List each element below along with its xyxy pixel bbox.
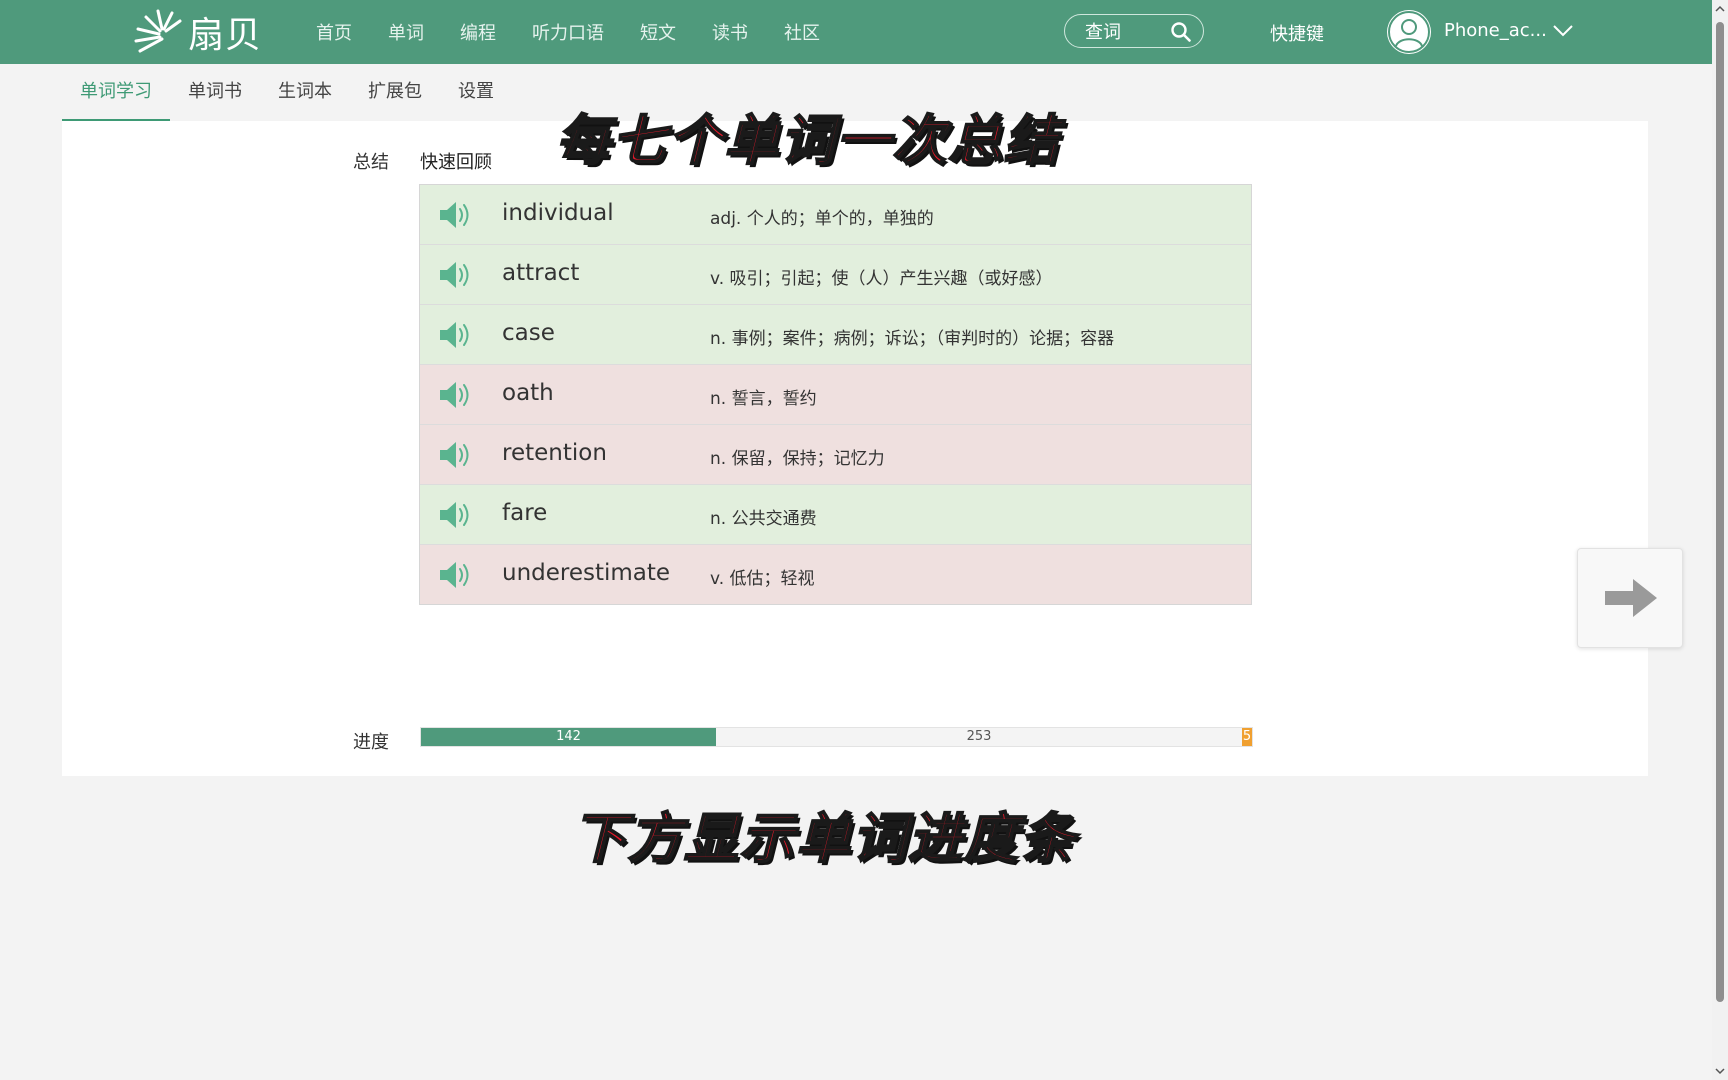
word-row: individual adj. 个人的；单个的，单独的 <box>420 185 1251 245</box>
tab-expansion-pack[interactable]: 扩展包 <box>350 64 440 122</box>
nav-item-reading[interactable]: 读书 <box>712 19 748 45</box>
speaker-icon[interactable] <box>438 259 474 291</box>
speaker-icon[interactable] <box>438 199 474 231</box>
word-row: retention n. 保留，保持；记忆力 <box>420 425 1251 485</box>
word-row: attract v. 吸引；引起；使（人）产生兴趣（或好感） <box>420 245 1251 305</box>
word-text: case <box>502 320 555 346</box>
caption-bottom: 下方显示单词进度条 <box>571 806 1076 871</box>
caption-top: 每七个单词一次总结 <box>555 108 1060 173</box>
logo-icon <box>134 9 182 53</box>
quick-review-title: 快速回顾 <box>420 152 492 173</box>
search-icon[interactable] <box>1171 22 1191 42</box>
arrow-right-icon <box>1605 579 1657 617</box>
progress-learned-segment: 142 <box>421 728 716 746</box>
speaker-icon[interactable] <box>438 379 474 411</box>
word-definition: n. 事例；案件；病例；诉讼；（审判时的）论据；容器 <box>710 329 1115 349</box>
word-row: fare n. 公共交通费 <box>420 485 1251 545</box>
nav-item-listening[interactable]: 听力口语 <box>532 19 604 45</box>
sub-tabs: 单词学习 单词书 生词本 扩展包 设置 <box>62 64 512 122</box>
speaker-icon[interactable] <box>438 319 474 351</box>
nav-item-words[interactable]: 单词 <box>388 19 424 45</box>
progress-remaining-segment: 253 <box>966 729 992 744</box>
speaker-icon[interactable] <box>438 499 474 531</box>
avatar[interactable] <box>1387 10 1431 54</box>
progress-extra-segment: 5 <box>1242 728 1252 746</box>
tab-word-study[interactable]: 单词学习 <box>62 64 170 122</box>
user-icon <box>1388 11 1430 53</box>
search-input[interactable] <box>1083 19 1177 45</box>
tab-settings[interactable]: 设置 <box>440 64 512 122</box>
chevron-down-icon[interactable] <box>1552 24 1574 38</box>
page-scrollbar[interactable] <box>1712 0 1728 1080</box>
word-definition: n. 保留，保持；记忆力 <box>710 449 885 469</box>
word-row: oath n. 誓言，誓约 <box>420 365 1251 425</box>
search-box <box>1064 14 1204 48</box>
word-definition: v. 吸引；引起；使（人）产生兴趣（或好感） <box>710 269 1053 289</box>
word-summary-table: individual adj. 个人的；单个的，单独的 attract v. 吸… <box>419 184 1252 605</box>
word-text: retention <box>502 440 607 466</box>
word-text: attract <box>502 260 580 286</box>
scroll-up-arrow-icon[interactable] <box>1715 4 1725 14</box>
scroll-down-arrow-icon[interactable] <box>1715 1066 1725 1076</box>
word-text: oath <box>502 380 554 406</box>
nav-item-community[interactable]: 社区 <box>784 19 820 45</box>
scrollbar-thumb[interactable] <box>1716 22 1724 1002</box>
nav-item-home[interactable]: 首页 <box>316 19 352 45</box>
word-text: underestimate <box>502 560 671 586</box>
nav-item-programming[interactable]: 编程 <box>460 19 496 45</box>
shortcut-link[interactable]: 快捷键 <box>1270 20 1324 46</box>
progress-label: 进度 <box>353 732 389 753</box>
main-nav: 首页 单词 编程 听力口语 短文 读书 社区 <box>316 0 856 64</box>
speaker-icon[interactable] <box>438 559 474 591</box>
speaker-icon[interactable] <box>438 439 474 471</box>
word-definition: n. 公共交通费 <box>710 509 817 529</box>
word-definition: v. 低估；轻视 <box>710 569 815 589</box>
word-text: individual <box>502 200 614 226</box>
progress-bar: 142 253 5 <box>420 727 1253 747</box>
word-definition: n. 誓言，誓约 <box>710 389 817 409</box>
top-navbar: 扇贝 首页 单词 编程 听力口语 短文 读书 社区 快捷键 Phone_ac..… <box>0 0 1712 64</box>
username[interactable]: Phone_ac... <box>1444 20 1547 41</box>
word-definition: adj. 个人的；单个的，单独的 <box>710 209 934 229</box>
nav-item-articles[interactable]: 短文 <box>640 19 676 45</box>
word-row: case n. 事例；案件；病例；诉讼；（审判时的）论据；容器 <box>420 305 1251 365</box>
next-button[interactable] <box>1577 548 1683 648</box>
summary-label: 总结 <box>353 152 389 173</box>
word-text: fare <box>502 500 548 526</box>
tab-word-books[interactable]: 单词书 <box>170 64 260 122</box>
logo[interactable]: 扇贝 <box>132 8 262 56</box>
word-row: underestimate v. 低估；轻视 <box>420 545 1251 604</box>
tab-vocab-notebook[interactable]: 生词本 <box>260 64 350 122</box>
logo-text: 扇贝 <box>188 15 263 56</box>
